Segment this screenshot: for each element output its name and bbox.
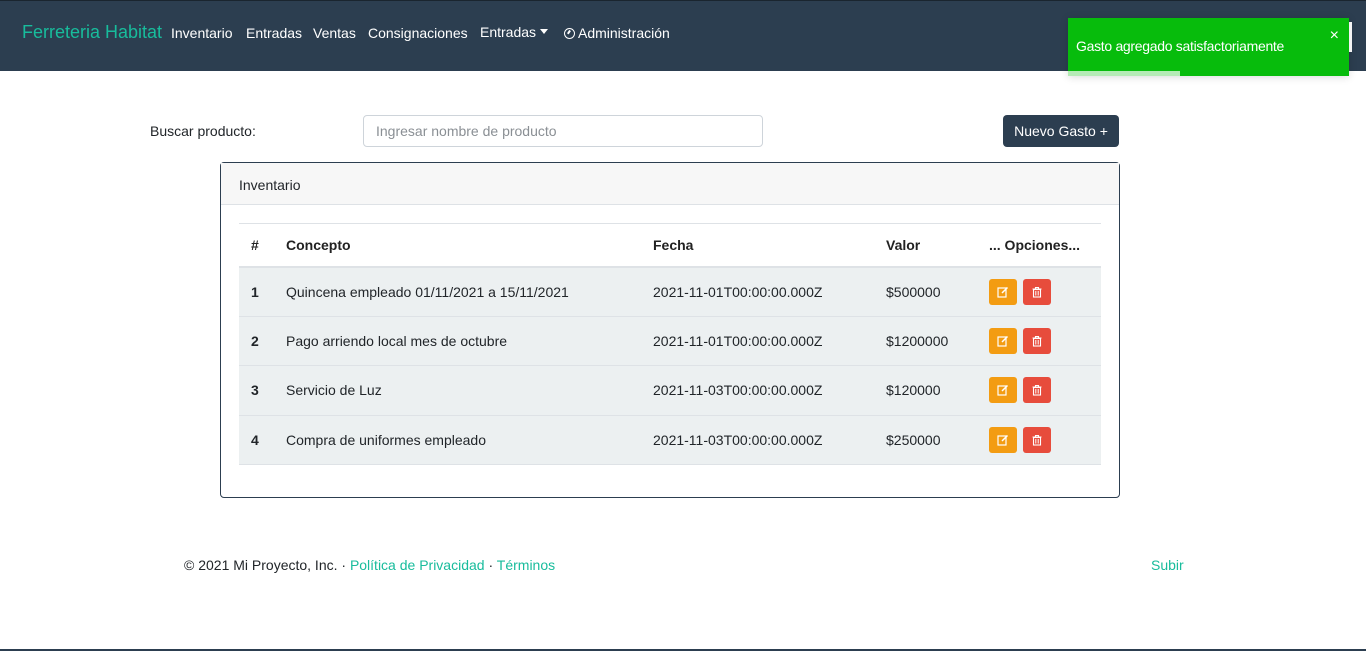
row-concepto: Compra de uniformes empleado — [274, 415, 641, 465]
edit-button[interactable] — [989, 327, 1017, 354]
delete-button[interactable] — [1022, 278, 1051, 305]
scroll-up-link[interactable]: Subir — [1151, 557, 1184, 573]
row-fecha: 2021-11-03T00:00:00.000Z — [641, 365, 874, 416]
dropdown-label: Entradas — [480, 24, 537, 40]
nav-ventas[interactable]: Ventas — [313, 25, 356, 41]
edit-button[interactable] — [989, 278, 1017, 305]
edit-icon — [997, 385, 1009, 396]
nav-entradas[interactable]: Entradas — [246, 25, 302, 41]
inventory-card: Inventario # Concepto Fecha Valor ... Op… — [220, 162, 1120, 498]
header-concepto: Concepto — [274, 223, 641, 268]
trash-icon — [1032, 385, 1042, 396]
edit-icon — [997, 286, 1009, 298]
row-concepto: Quincena empleado 01/11/2021 a 15/11/202… — [274, 266, 641, 317]
toast-progress-bar — [1068, 71, 1181, 76]
trash-icon — [1032, 286, 1042, 298]
footer-left: © 2021 Mi Proyecto, Inc. · Política de P… — [184, 557, 555, 573]
header-fecha: Fecha — [641, 223, 874, 268]
edit-button[interactable] — [989, 377, 1017, 404]
nav-administracion[interactable]: Administración — [564, 25, 670, 41]
copyright: © 2021 Mi Proyecto, Inc. · — [184, 557, 350, 573]
row-actions — [977, 316, 1101, 366]
row-concepto: Servicio de Luz — [274, 365, 641, 416]
row-num: 1 — [239, 266, 274, 317]
row-concepto: Pago arriendo local mes de octubre — [274, 316, 641, 366]
new-expense-button[interactable]: Nuevo Gasto + — [1003, 115, 1119, 147]
admin-label: Administración — [578, 25, 670, 41]
row-valor: $120000 — [874, 365, 977, 416]
row-num: 3 — [239, 365, 274, 416]
card-title: Inventario — [221, 163, 1119, 205]
table-row: 3 Servicio de Luz 2021-11-03T00:00:00.00… — [239, 365, 1101, 416]
trash-icon — [1032, 335, 1042, 347]
terms-link[interactable]: Términos — [497, 557, 555, 573]
nav-inventario[interactable]: Inventario — [171, 25, 232, 41]
caret-down-icon — [540, 29, 549, 34]
nav-consignaciones[interactable]: Consignaciones — [368, 25, 468, 41]
row-actions — [977, 415, 1101, 465]
row-num: 2 — [239, 316, 274, 366]
row-fecha: 2021-11-03T00:00:00.000Z — [641, 415, 874, 465]
header-valor: Valor — [874, 223, 977, 268]
row-fecha: 2021-11-01T00:00:00.000Z — [641, 266, 874, 317]
header-num: # — [239, 223, 274, 268]
row-actions — [977, 365, 1101, 416]
delete-button[interactable] — [1022, 327, 1051, 354]
close-icon[interactable]: × — [1330, 27, 1339, 45]
toast-message: Gasto agregado satisfactoriamente — [1076, 38, 1285, 54]
brand-link[interactable]: Ferreteria Habitat — [22, 22, 162, 43]
nav-entradas-dropdown[interactable]: Entradas — [480, 24, 549, 40]
privacy-link[interactable]: Política de Privacidad — [350, 557, 485, 573]
edit-button[interactable] — [989, 426, 1017, 453]
table-row: 1 Quincena empleado 01/11/2021 a 15/11/2… — [239, 266, 1101, 317]
edit-icon — [997, 335, 1009, 347]
row-fecha: 2021-11-01T00:00:00.000Z — [641, 316, 874, 366]
delete-button[interactable] — [1022, 377, 1051, 404]
row-valor: $1200000 — [874, 316, 977, 366]
trash-icon — [1032, 434, 1042, 446]
footer-separator: · — [484, 557, 497, 573]
success-toast[interactable]: Gasto agregado satisfactoriamente × — [1068, 18, 1349, 76]
delete-button[interactable] — [1022, 426, 1051, 453]
edit-icon — [997, 434, 1009, 446]
expenses-table: # Concepto Fecha Valor ... Opciones... 1… — [239, 223, 1101, 465]
table-row: 4 Compra de uniformes empleado 2021-11-0… — [239, 415, 1101, 465]
header-opciones: ... Opciones... — [977, 223, 1101, 268]
table-row: 2 Pago arriendo local mes de octubre 202… — [239, 316, 1101, 366]
row-num: 4 — [239, 415, 274, 465]
row-valor: $500000 — [874, 266, 977, 317]
row-actions — [977, 266, 1101, 317]
search-label: Buscar producto: — [150, 123, 256, 139]
dashboard-icon — [564, 28, 575, 39]
row-valor: $250000 — [874, 415, 977, 465]
table-header-row: # Concepto Fecha Valor ... Opciones... — [239, 223, 1101, 268]
search-input[interactable] — [363, 115, 763, 147]
toast-edge — [1349, 22, 1352, 52]
